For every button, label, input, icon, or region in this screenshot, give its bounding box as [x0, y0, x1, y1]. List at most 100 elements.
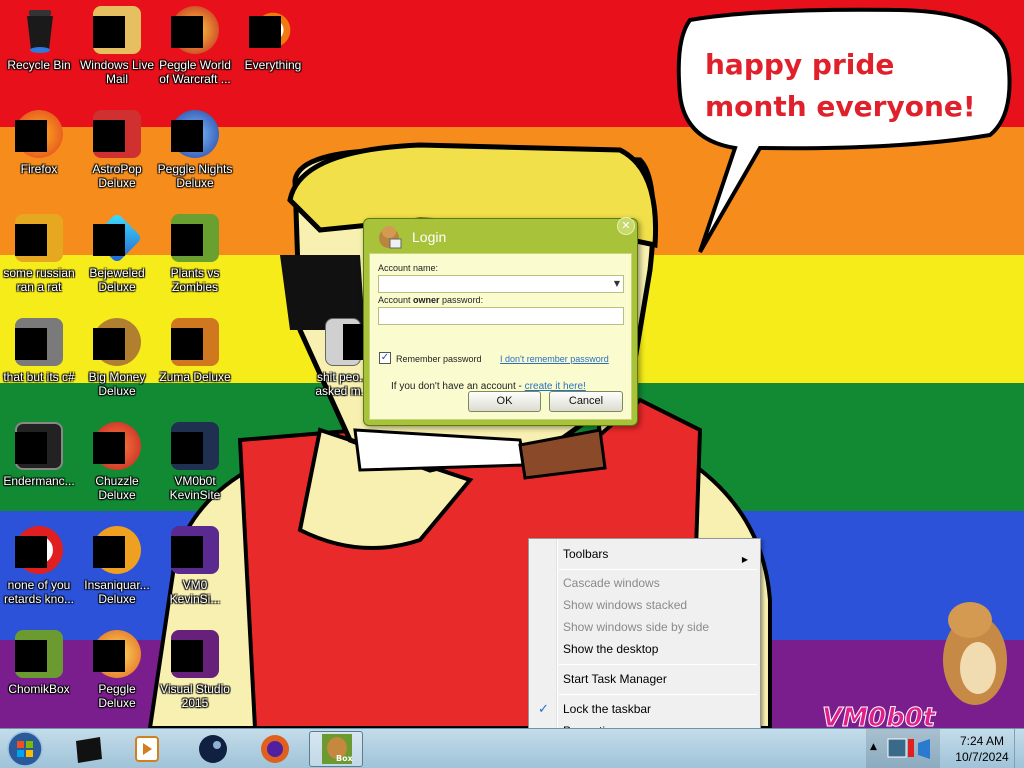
desktop-icon-windows-live-mail[interactable]: Windows Live Mail — [78, 2, 156, 86]
desktop-icon-vm0-kevinsite[interactable]: VM0 KevinSi... — [156, 522, 234, 606]
shortcut-icon — [15, 526, 63, 574]
clock-time: 7:24 AM — [959, 734, 1005, 748]
login-titlebar[interactable]: Login ✕ — [364, 217, 637, 251]
desktop-icon-visual-studio[interactable]: Visual Studio 2015 — [156, 626, 234, 710]
desktop-icon-label: Peggle Nights Deluxe — [157, 162, 233, 190]
cmd-icon — [76, 737, 102, 763]
desktop-icon-astropop[interactable]: AstroPop Deluxe — [78, 106, 156, 190]
tray-icons — [887, 738, 930, 759]
taskbar-clock[interactable]: 7:24 AM 10/7/2024 — [940, 733, 1024, 765]
tray-overflow-icon[interactable]: ▲ — [870, 742, 877, 752]
desktop-icon-endermanch[interactable]: Endermanc... — [0, 418, 78, 488]
desktop-icon-label: AstroPop Deluxe — [92, 162, 142, 190]
taskbar[interactable]: Box ▲ 7:24 AM 10/7/2024 — [0, 728, 1024, 768]
notification-area: ▲ — [866, 729, 940, 768]
desktop-icon-chuzzle[interactable]: Chuzzle Deluxe — [78, 418, 156, 502]
menu-item-show-windows-side-by-side: Show windows side by side — [563, 620, 710, 634]
menu-item-label: Toolbars — [563, 547, 609, 561]
website-icon — [171, 422, 219, 470]
shortcut-icon — [15, 318, 63, 366]
desktop-icon-insaniquarium[interactable]: Insaniquar... Deluxe — [78, 522, 156, 606]
desktop-icon-zuma[interactable]: Zuma Deluxe — [156, 314, 234, 384]
desktop-icon-firefox[interactable]: Firefox — [0, 106, 78, 176]
menu-item-lock-the-taskbar[interactable]: Lock the taskbar — [531, 698, 758, 720]
windows-logo-icon — [7, 731, 43, 767]
desktop-icon-that-but-its-csharp[interactable]: that but its c# — [0, 314, 78, 384]
taskbar-button-firefox[interactable] — [248, 731, 302, 767]
media-player-icon — [135, 736, 159, 762]
desktop-icon-peggle-wow[interactable]: Peggle World of Warcraft ... — [156, 2, 234, 86]
cancel-button[interactable]: Cancel — [549, 391, 623, 412]
desktop-icon-bejeweled[interactable]: Bejeweled Deluxe — [78, 210, 156, 294]
taskbar-button-steam[interactable] — [186, 731, 240, 767]
big-money-icon — [93, 318, 141, 366]
desktop-icon-label: ChomikBox — [8, 682, 70, 696]
desktop-icon-label: that but its c# — [3, 370, 75, 384]
desktop-icon-some-russian[interactable]: some russian ran a rat — [0, 210, 78, 294]
desktop-icon-recycle-bin[interactable]: Recycle Bin — [0, 2, 78, 72]
menu-separator — [559, 694, 757, 695]
desktop-icon-none-of-you[interactable]: none of you retards kno... — [0, 522, 78, 606]
desktop-icon-label: Chuzzle Deluxe — [95, 474, 139, 502]
desktop-icon-vm0b0t-kevinsite[interactable]: VM0b0t KevinSite — [156, 418, 234, 502]
chomikbox-icon — [376, 223, 402, 249]
desktop-icon-peggle-deluxe[interactable]: Peggle Deluxe — [78, 626, 156, 710]
password-field[interactable] — [378, 307, 624, 325]
desktop-icon-label: VM0b0t KevinSite — [169, 474, 221, 502]
login-dialog: Login ✕ Account name: ▼ Account owner pa… — [363, 217, 638, 426]
forgot-password-link[interactable]: I don't remember password — [500, 354, 609, 364]
desktop-icon-everything[interactable]: Everything — [234, 2, 312, 72]
account-name-combobox[interactable]: ▼ — [378, 275, 624, 293]
desktop-icon-label: Zuma Deluxe — [159, 370, 231, 384]
peggle-nights-icon — [171, 110, 219, 158]
desktop-icon-label: Plants vs Zombies — [170, 266, 220, 294]
show-desktop-button[interactable] — [1014, 729, 1024, 768]
zuma-icon — [171, 318, 219, 366]
desktop-icon-label: Insaniquar... Deluxe — [84, 578, 150, 606]
desktop-icon-label: VM0 KevinSi... — [169, 578, 221, 606]
visual-studio-icon — [171, 630, 219, 678]
taskbar-button-label: Box — [336, 754, 353, 763]
peggle-icon — [93, 630, 141, 678]
taskbar-button-cmd[interactable] — [62, 731, 116, 767]
desktop-icon-big-money[interactable]: Big Money Deluxe — [78, 314, 156, 398]
password-label: Account owner password: — [378, 295, 483, 305]
taskbar-button-chomikbox[interactable]: Box — [309, 731, 363, 767]
windows-live-mail-icon — [93, 6, 141, 54]
menu-item-show-the-desktop[interactable]: Show the desktop — [531, 638, 758, 660]
ok-button[interactable]: OK — [468, 391, 541, 412]
console-icon — [15, 422, 63, 470]
remember-password-checkbox[interactable]: ✓ — [379, 352, 391, 364]
astropop-icon — [93, 110, 141, 158]
chevron-right-icon: ▶ — [741, 555, 748, 564]
speech-bubble-text: happy pride month everyone! — [705, 48, 976, 123]
account-name-label: Account name: — [378, 263, 439, 273]
remember-password-label: Remember password — [396, 354, 482, 364]
desktop-icon-label: Endermanc... — [3, 474, 75, 488]
desktop-icon-peggle-nights[interactable]: Peggle Nights Deluxe — [156, 106, 234, 190]
menu-separator — [559, 664, 757, 665]
plants-vs-zombies-icon — [171, 214, 219, 262]
chevron-down-icon[interactable]: ▼ — [614, 279, 620, 288]
website-icon — [171, 526, 219, 574]
desktop-icon-label: Firefox — [20, 162, 58, 176]
menu-item-cascade-windows: Cascade windows — [563, 576, 660, 590]
start-button[interactable] — [4, 730, 46, 768]
recycle-bin-icon — [15, 6, 63, 54]
desktop-icon-chomikbox[interactable]: ChomikBox — [0, 626, 78, 696]
chuzzle-icon — [93, 422, 141, 470]
desktop-icon-label: Recycle Bin — [7, 58, 71, 72]
login-dialog-title: Login — [412, 229, 447, 245]
desktop-icon-plants-vs-zombies[interactable]: Plants vs Zombies — [156, 210, 234, 294]
menu-item-toolbars[interactable]: Toolbars ▶ — [531, 543, 758, 565]
menu-item-start-task-manager[interactable]: Start Task Manager — [531, 668, 758, 690]
taskbar-button-media-player[interactable] — [120, 731, 174, 767]
close-button[interactable]: ✕ — [617, 217, 635, 235]
menu-separator — [559, 569, 757, 570]
taskbar-context-menu: Toolbars ▶ Cascade windows Show windows … — [528, 538, 761, 746]
insaniquarium-icon — [93, 526, 141, 574]
password-label-prefix: Account — [378, 295, 414, 305]
firefox-icon — [15, 110, 63, 158]
firefox-icon — [261, 735, 289, 763]
everything-search-icon — [249, 6, 297, 54]
